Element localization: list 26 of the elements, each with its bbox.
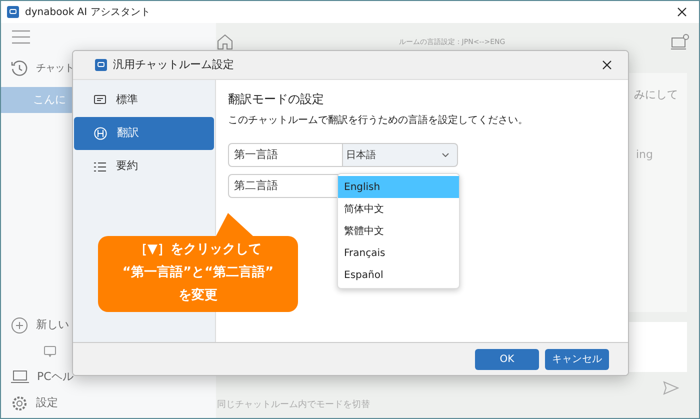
dropdown-option[interactable]: 简体中文 [338, 198, 459, 220]
callout-text: “第一言語”と“第二言語” [122, 264, 274, 282]
settings-link[interactable]: 設定 [36, 395, 58, 412]
message-text: みにして [634, 87, 678, 103]
nav-tab[interactable]: 要約 [74, 150, 214, 183]
dropdown-option[interactable]: 繁體中文 [338, 220, 459, 242]
new-chat-link[interactable]: 新しい [36, 316, 69, 334]
hint-text: 同じチャットルーム内でモードを切替 [217, 398, 370, 412]
pc-help-link[interactable]: PCヘル [37, 368, 74, 385]
nav-tab[interactable]: 翻訳 [74, 117, 214, 150]
sidebar-heading: チャット [36, 62, 74, 76]
description-text: このチャットルームで翻訳を行うための言語を設定してください。 [228, 114, 529, 128]
language-select[interactable]: 日本語 [343, 143, 458, 167]
field-label: 第一言語 [228, 143, 343, 167]
message-text: ing [636, 147, 654, 163]
dropdown-option[interactable]: Español [338, 264, 459, 286]
callout-text: ［▼］をクリックして [134, 241, 262, 259]
dropdown-option[interactable]: Français [338, 242, 459, 264]
dialog-button[interactable]: OK [475, 348, 539, 370]
dialog-title: 汎用チャットルーム設定 [113, 56, 234, 73]
nav-tab[interactable]: 標準 [74, 84, 214, 117]
dropdown-option[interactable]: English [338, 176, 459, 198]
section-heading: 翻訳モードの設定 [228, 91, 325, 108]
dialog-button[interactable]: キャンセル [545, 348, 609, 370]
window-title: dynabook AI アシスタント [25, 6, 150, 20]
callout-text: を変更 [178, 286, 218, 305]
